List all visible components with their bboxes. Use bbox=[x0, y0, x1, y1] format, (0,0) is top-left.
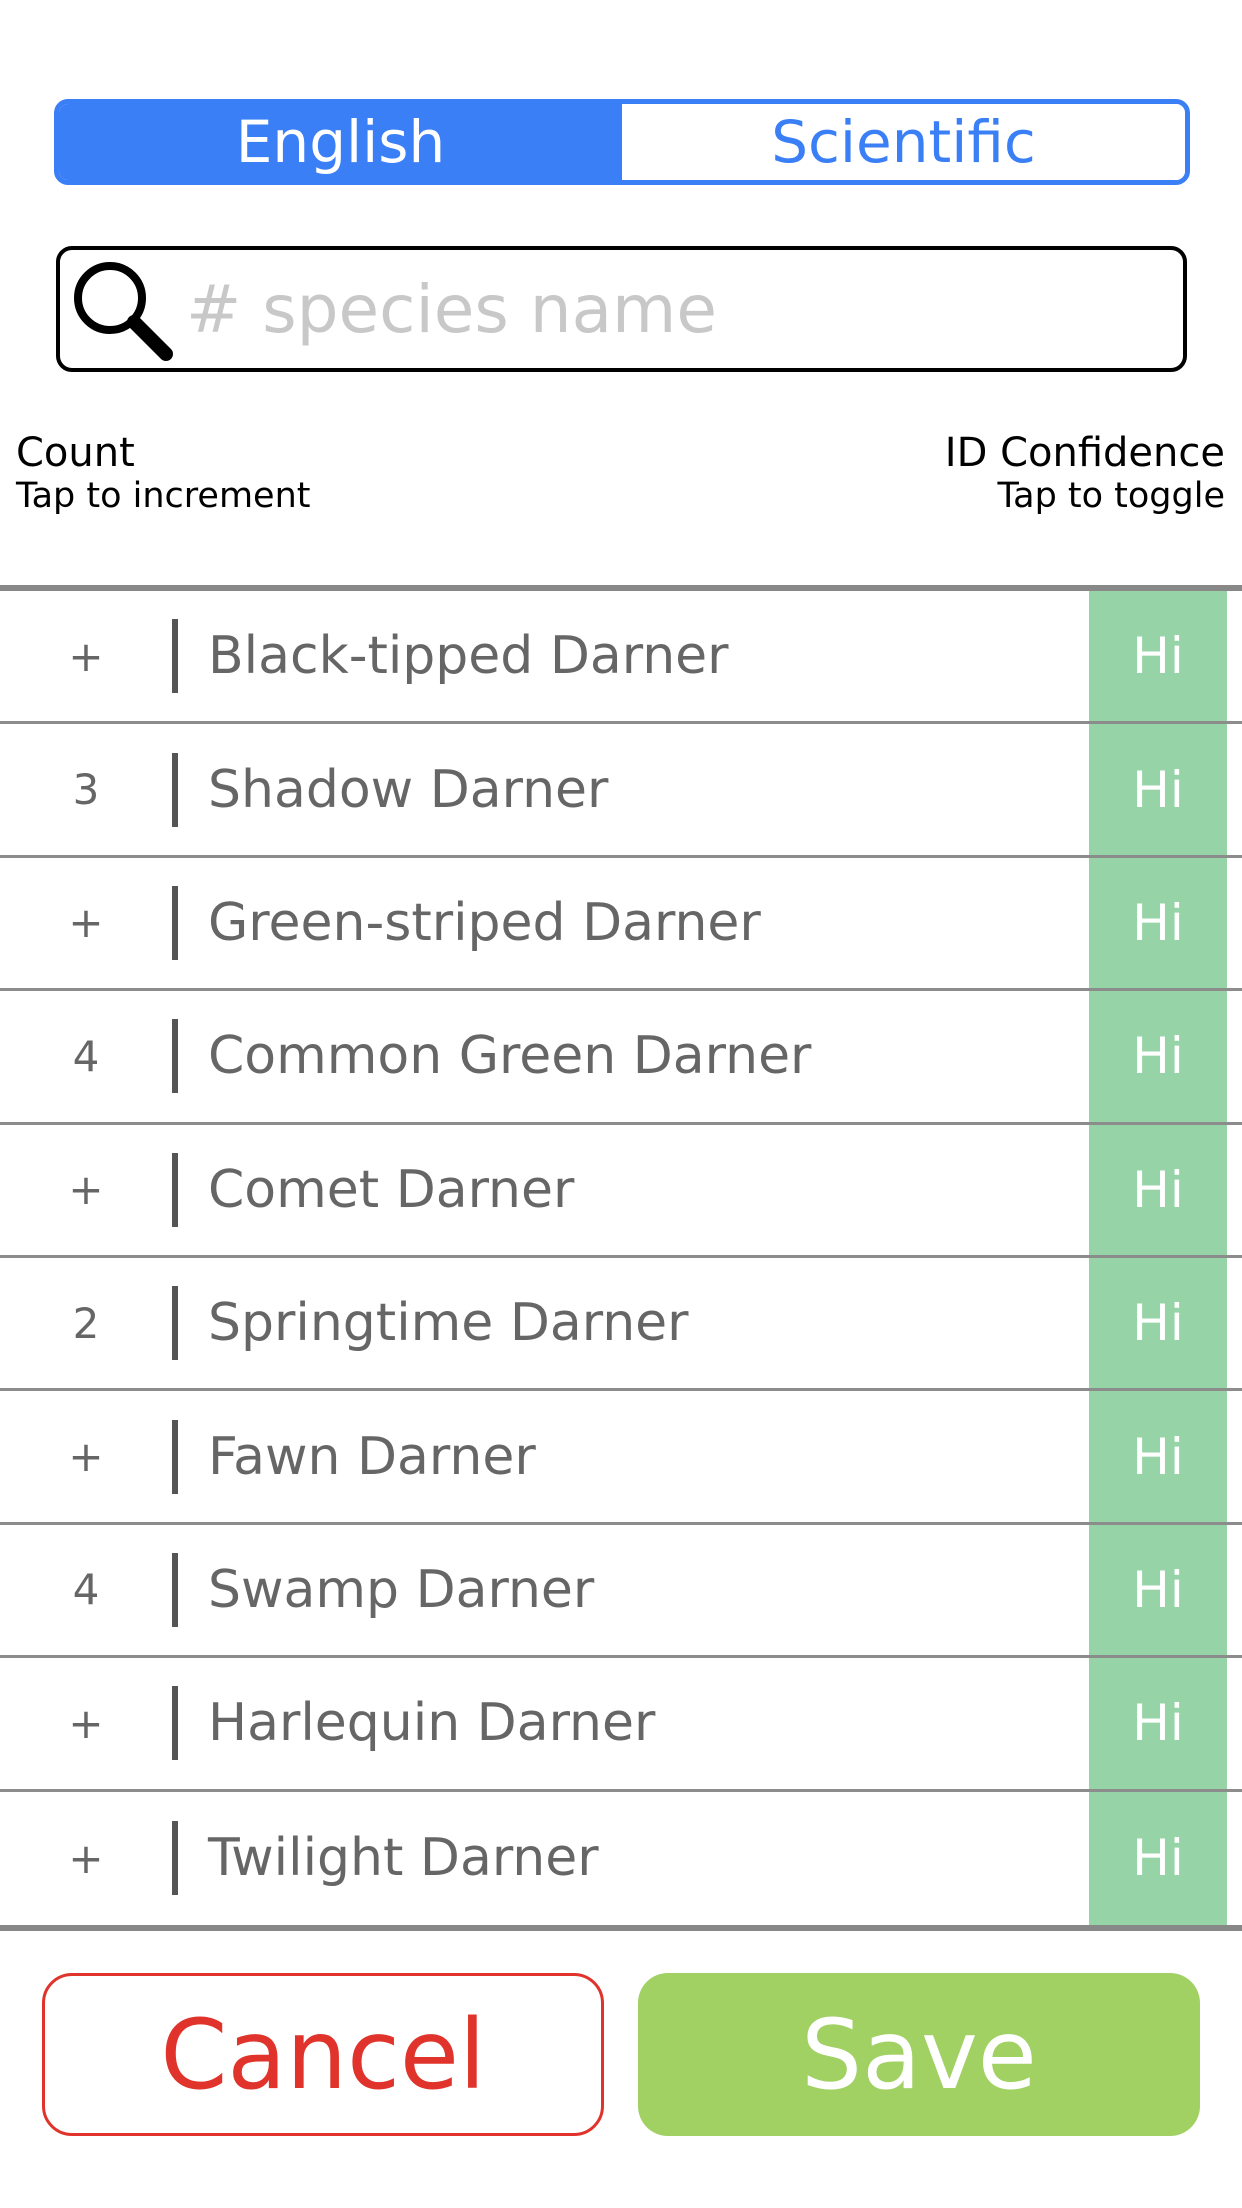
confidence-toggle[interactable]: Hi bbox=[1089, 1257, 1227, 1389]
count-button[interactable]: 3 bbox=[0, 765, 172, 814]
count-button[interactable]: 4 bbox=[0, 1565, 172, 1614]
species-name: Black-tipped Darner bbox=[208, 626, 729, 687]
confidence-toggle[interactable]: Hi bbox=[1089, 591, 1227, 722]
count-header-hint: Tap to increment bbox=[16, 476, 311, 516]
species-name: Swamp Darner bbox=[208, 1559, 595, 1620]
species-name: Twilight Darner bbox=[208, 1828, 599, 1889]
confidence-toggle[interactable]: Hi bbox=[1089, 857, 1227, 989]
count-header: Count Tap to increment bbox=[16, 430, 310, 516]
confidence-toggle[interactable]: Hi bbox=[1089, 1524, 1227, 1656]
search-box bbox=[56, 246, 1187, 372]
species-row: 4 Common Green Darner Hi bbox=[0, 991, 1242, 1125]
species-name: Comet Darner bbox=[208, 1159, 575, 1220]
species-row: + Comet Darner Hi bbox=[0, 1124, 1242, 1258]
cancel-button[interactable]: Cancel bbox=[42, 1973, 604, 2136]
species-row: + Twilight Darner Hi bbox=[0, 1791, 1242, 1925]
confidence-toggle[interactable]: Hi bbox=[1089, 1791, 1227, 1925]
confidence-toggle[interactable]: Hi bbox=[1089, 991, 1227, 1122]
species-row: 4 Swamp Darner Hi bbox=[0, 1524, 1242, 1659]
species-name: Green-striped Darner bbox=[208, 892, 761, 953]
toggle-scientific[interactable]: Scientific bbox=[622, 104, 1185, 180]
count-button[interactable]: + bbox=[0, 1165, 172, 1214]
species-row: 3 Shadow Darner Hi bbox=[0, 724, 1242, 858]
species-row: + Green-striped Darner Hi bbox=[0, 857, 1242, 992]
species-search-input[interactable] bbox=[186, 259, 1146, 359]
count-button[interactable]: 4 bbox=[0, 1032, 172, 1081]
search-icon bbox=[74, 262, 173, 361]
confidence-header-hint: Tap to toggle bbox=[997, 476, 1225, 516]
species-name: Springtime Darner bbox=[208, 1293, 689, 1354]
species-name: Fawn Darner bbox=[208, 1426, 536, 1487]
count-button[interactable]: + bbox=[0, 898, 172, 947]
species-row: + Fawn Darner Hi bbox=[0, 1391, 1242, 1525]
species-name: Common Green Darner bbox=[208, 1026, 812, 1087]
name-mode-toggle: English Scientific bbox=[54, 99, 1190, 185]
confidence-header: ID Confidence Tap to toggle bbox=[945, 430, 1225, 516]
species-name: Harlequin Darner bbox=[208, 1693, 656, 1754]
confidence-toggle[interactable]: Hi bbox=[1089, 1391, 1227, 1522]
toggle-english[interactable]: English bbox=[59, 104, 622, 180]
species-name: Shadow Darner bbox=[208, 759, 609, 820]
confidence-toggle[interactable]: Hi bbox=[1089, 1658, 1227, 1789]
species-row: + Black-tipped Darner Hi bbox=[0, 591, 1242, 725]
confidence-header-title: ID Confidence bbox=[944, 430, 1225, 476]
count-button[interactable]: 2 bbox=[0, 1299, 172, 1348]
count-button[interactable]: + bbox=[0, 1432, 172, 1481]
count-button[interactable]: + bbox=[0, 1834, 172, 1883]
save-button[interactable]: Save bbox=[638, 1973, 1200, 2136]
count-button[interactable]: + bbox=[0, 632, 172, 681]
species-list: + Black-tipped Darner Hi 3 Shadow Darner… bbox=[0, 585, 1242, 1931]
count-header-title: Count bbox=[16, 430, 135, 476]
species-row: + Harlequin Darner Hi bbox=[0, 1658, 1242, 1792]
confidence-toggle[interactable]: Hi bbox=[1089, 1124, 1227, 1255]
confidence-toggle[interactable]: Hi bbox=[1089, 724, 1227, 855]
count-button[interactable]: + bbox=[0, 1699, 172, 1748]
species-row: 2 Springtime Darner Hi bbox=[0, 1257, 1242, 1392]
